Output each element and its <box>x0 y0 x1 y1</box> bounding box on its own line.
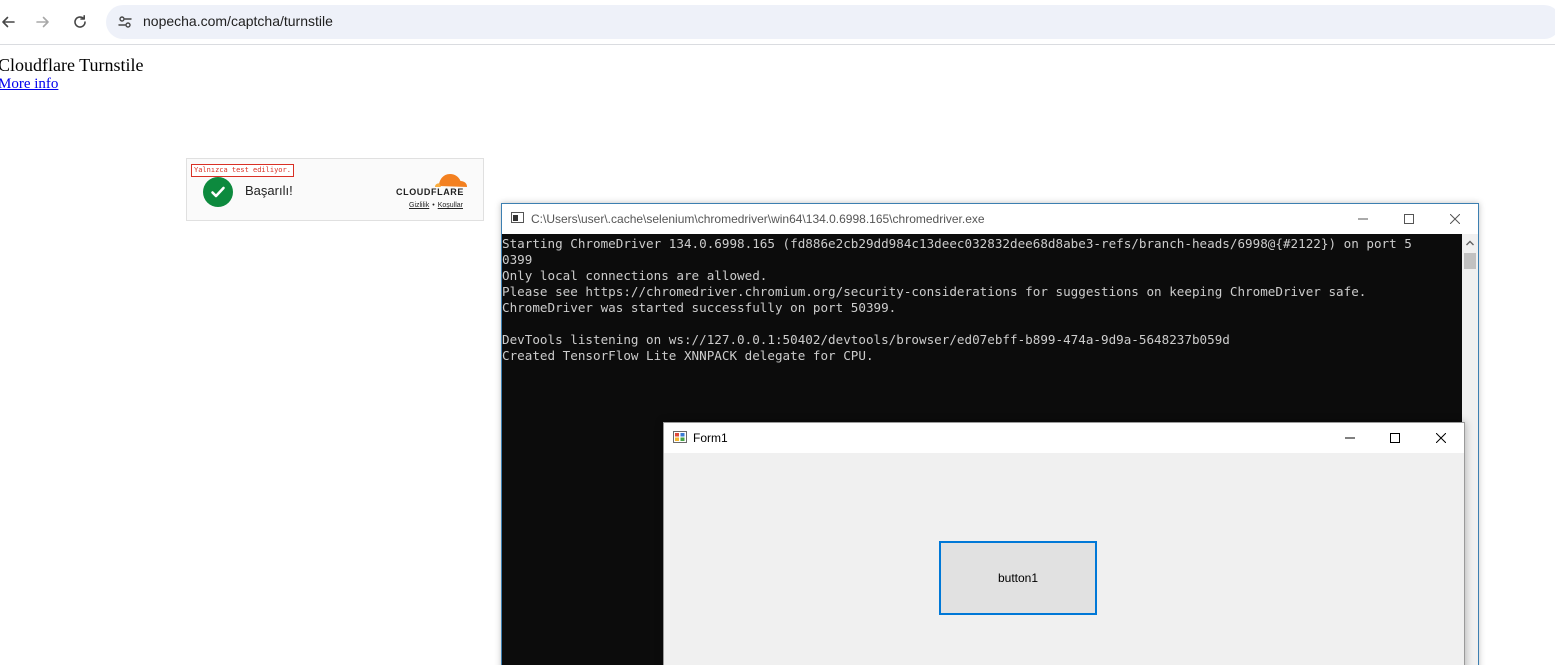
close-icon <box>1436 433 1446 443</box>
arrow-left-icon <box>2 16 15 28</box>
status-text: Başarılı! <box>245 183 293 198</box>
url-text[interactable]: nopecha.com/captcha/turnstile <box>143 13 333 29</box>
console-line: Starting ChromeDriver 134.0.6998.165 (fd… <box>502 236 1412 251</box>
scroll-thumb[interactable] <box>1464 253 1476 269</box>
minimize-icon <box>1345 437 1355 439</box>
terms-link[interactable]: Koşullar <box>438 202 463 209</box>
console-line: Please see https://chromedriver.chromium… <box>502 284 1367 299</box>
console-line: ChromeDriver was started successfully on… <box>502 300 897 315</box>
form1-titlebar[interactable]: Form1 <box>664 423 1464 453</box>
form1-minimize-button[interactable] <box>1327 423 1373 453</box>
forward-button[interactable] <box>29 8 57 36</box>
minimize-icon <box>1358 218 1368 220</box>
console-window-title: C:\Users\user\.cache\selenium\chromedriv… <box>531 212 985 226</box>
form1-maximize-button[interactable] <box>1372 423 1418 453</box>
close-icon <box>1450 214 1460 224</box>
console-line: DevTools listening on ws://127.0.0.1:504… <box>502 332 1230 347</box>
console-app-icon <box>511 212 524 223</box>
scroll-up-button[interactable] <box>1462 234 1478 251</box>
address-bar[interactable]: nopecha.com/captcha/turnstile <box>106 5 1555 39</box>
console-titlebar[interactable]: C:\Users\user\.cache\selenium\chromedriv… <box>502 204 1478 234</box>
site-info-button[interactable] <box>114 11 136 33</box>
privacy-link[interactable]: Gizlilik <box>409 202 429 209</box>
form1-title: Form1 <box>693 431 728 445</box>
tune-icon <box>118 16 132 28</box>
console-maximize-button[interactable] <box>1386 204 1432 234</box>
test-mode-banner: Yalnızca test ediliyor. <box>191 164 294 177</box>
maximize-icon <box>1390 433 1400 443</box>
console-close-button[interactable] <box>1432 204 1478 234</box>
browser-toolbar: nopecha.com/captcha/turnstile <box>0 0 1555 45</box>
cloudflare-wordmark: CLOUDFLARE <box>396 187 464 197</box>
form1-window: Form1 button1 <box>663 422 1465 665</box>
reload-icon <box>74 15 86 28</box>
button1[interactable]: button1 <box>939 541 1097 615</box>
turnstile-widget: Yalnızca test ediliyor. Başarılı! CLOUDF… <box>186 158 484 221</box>
console-line: Created TensorFlow Lite XNNPACK delegate… <box>502 348 874 363</box>
form1-close-button[interactable] <box>1418 423 1464 453</box>
more-info-link[interactable]: More info <box>0 76 58 93</box>
back-button[interactable] <box>0 8 22 36</box>
chevron-up-icon <box>1466 240 1474 245</box>
links-separator: • <box>432 202 435 209</box>
console-minimize-button[interactable] <box>1340 204 1386 234</box>
success-check-icon <box>203 177 233 207</box>
arrow-right-icon <box>36 16 49 28</box>
form-app-icon <box>673 431 687 443</box>
form1-client-area: button1 <box>664 453 1464 665</box>
maximize-icon <box>1404 214 1414 224</box>
reload-button[interactable] <box>66 8 94 36</box>
page-title: Cloudflare Turnstile <box>0 55 144 75</box>
console-line: 0399 <box>502 252 533 267</box>
console-line: Only local connections are allowed. <box>502 268 768 283</box>
cloudflare-links: Gizlilik • Koşullar <box>409 202 463 209</box>
